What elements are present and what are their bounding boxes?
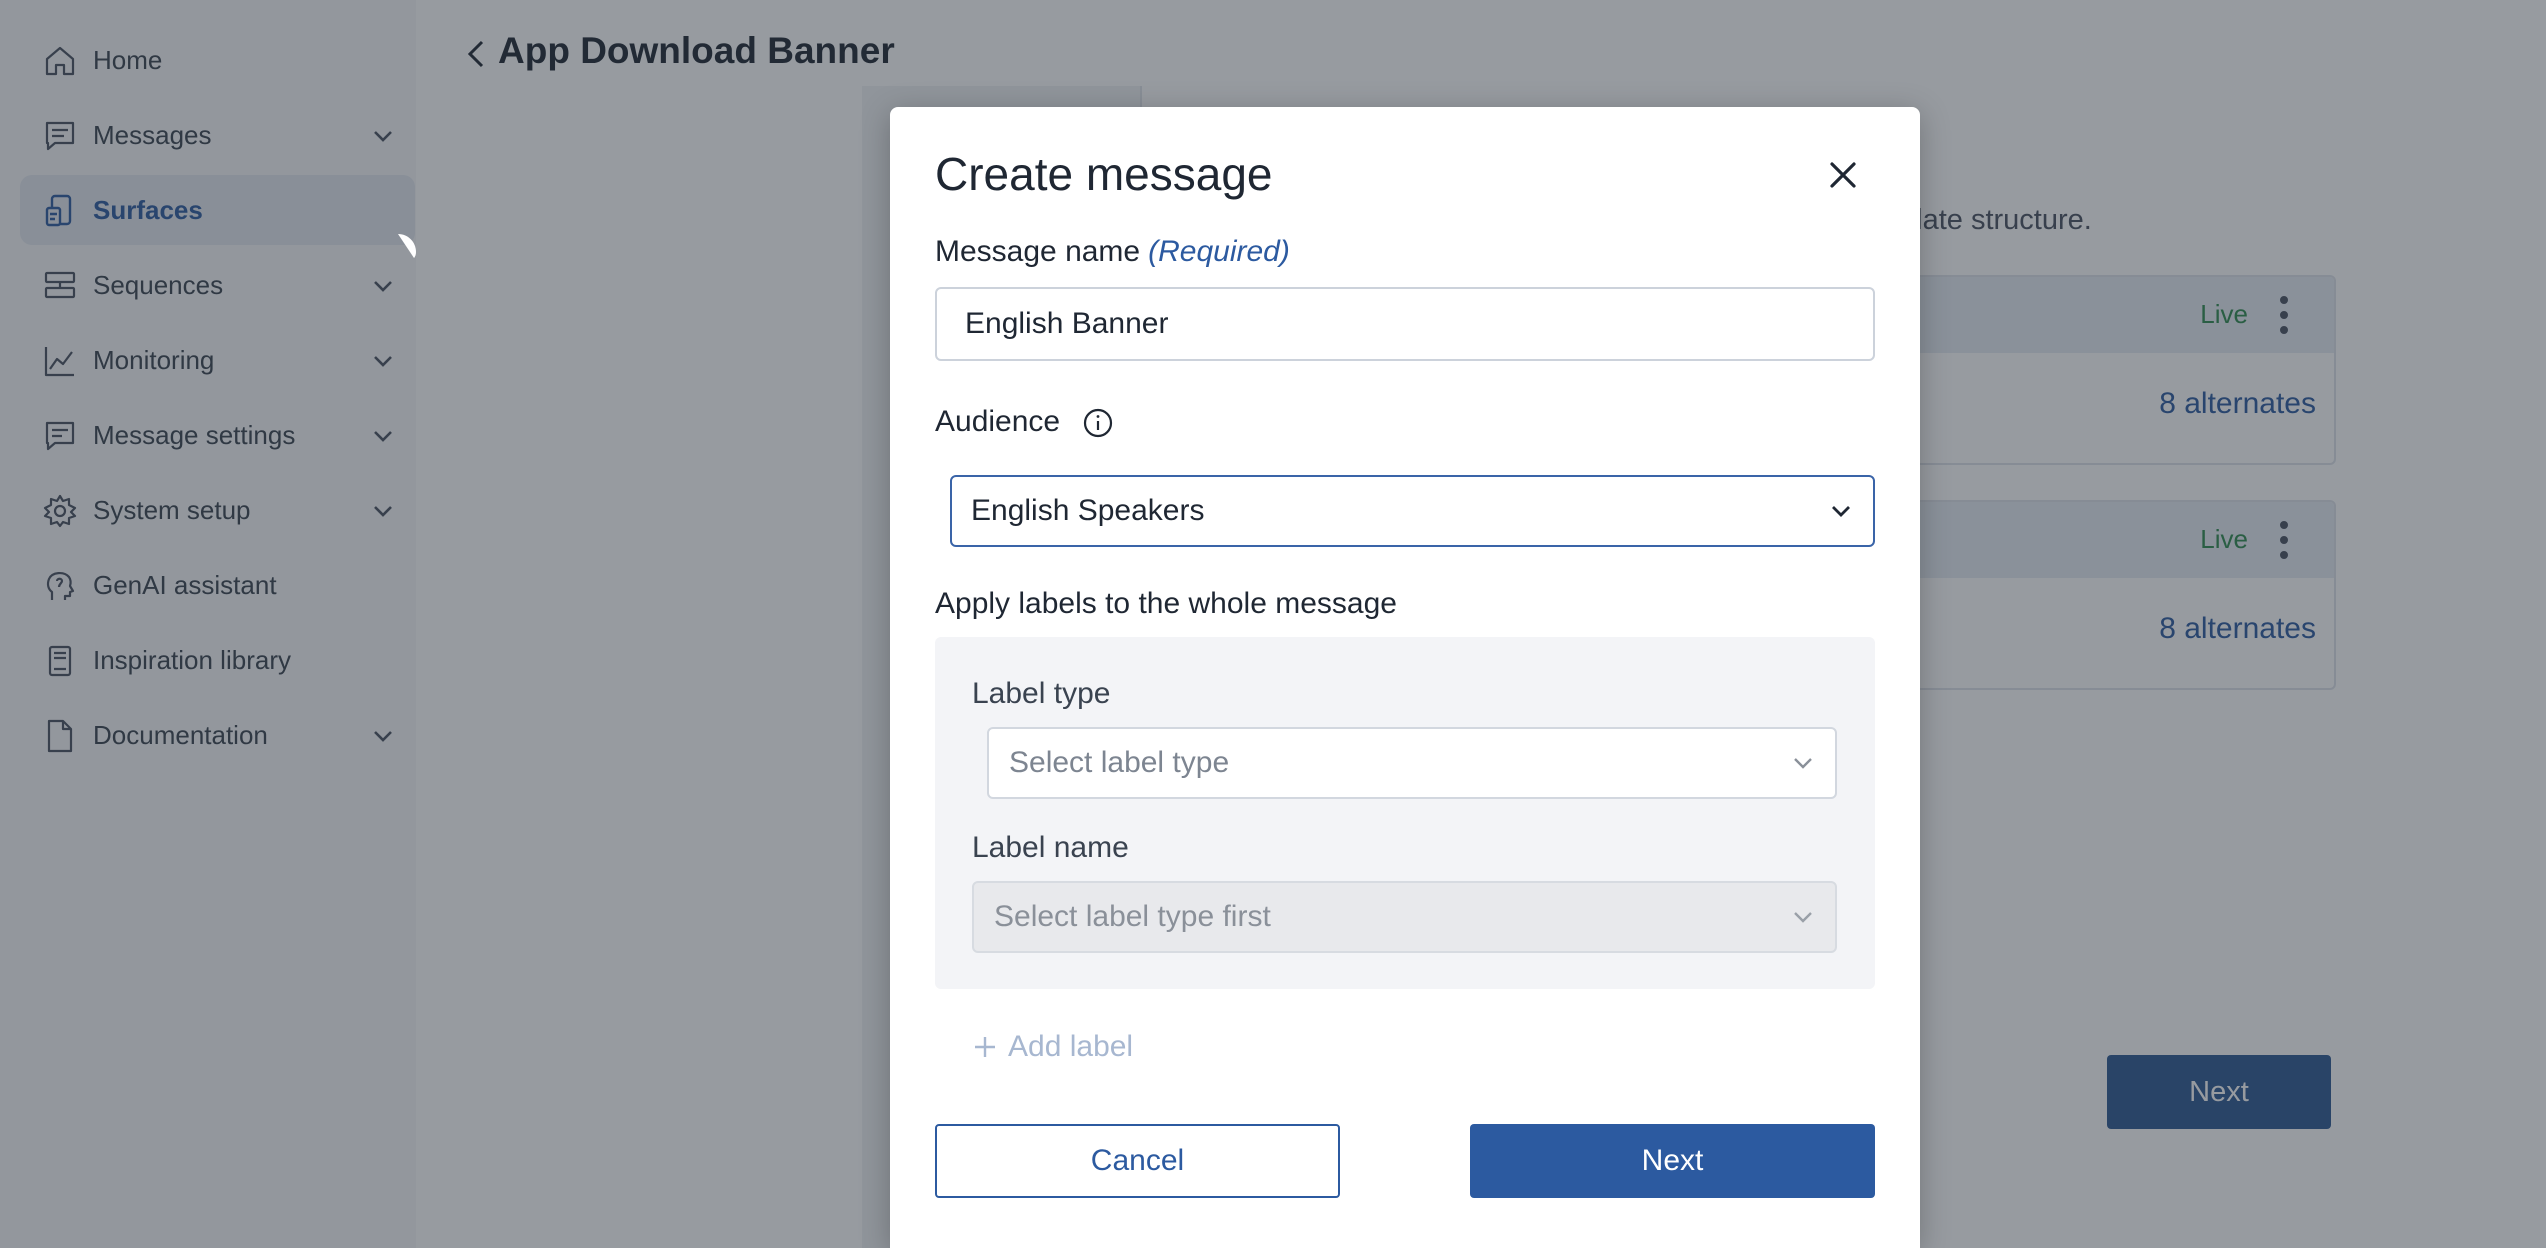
required-indicator: (Required) [1148,235,1290,268]
info-icon[interactable] [1082,407,1114,439]
add-label-text: Add label [1008,1030,1134,1063]
labels-section-heading: Apply labels to the whole message [935,587,1397,620]
plus-icon [972,1034,998,1060]
audience-label: Audience [935,405,1061,438]
dialog-title: Create message [935,148,1273,200]
message-name-input[interactable] [935,287,1875,361]
message-name-label: Message name (Required) [935,235,1290,269]
audience-selected-value: English Speakers [971,494,1205,527]
close-icon[interactable] [1825,157,1861,193]
create-message-dialog: Create message Message name(Required) Au… [890,107,1920,1248]
chevron-down-icon [1789,749,1817,777]
audience-select[interactable]: English Speakers [950,475,1875,547]
chevron-down-icon [1827,497,1855,525]
label-name-placeholder: Select label type first [994,900,1271,933]
label-type-placeholder: Select label type [1009,746,1230,779]
add-label-button[interactable]: Add label [972,1030,1133,1064]
label-type-label: Label type [972,677,1111,710]
message-name-label-text: Message name [935,235,1141,268]
cursor-icon [396,232,418,260]
chevron-down-icon [1789,903,1817,931]
next-button[interactable]: Next [1470,1124,1875,1198]
cancel-button[interactable]: Cancel [935,1124,1340,1198]
label-type-select[interactable]: Select label type [987,727,1837,799]
label-name-label: Label name [972,831,1129,864]
label-name-select: Select label type first [972,881,1837,953]
labels-panel: Label type Select label type Label name … [935,637,1875,989]
